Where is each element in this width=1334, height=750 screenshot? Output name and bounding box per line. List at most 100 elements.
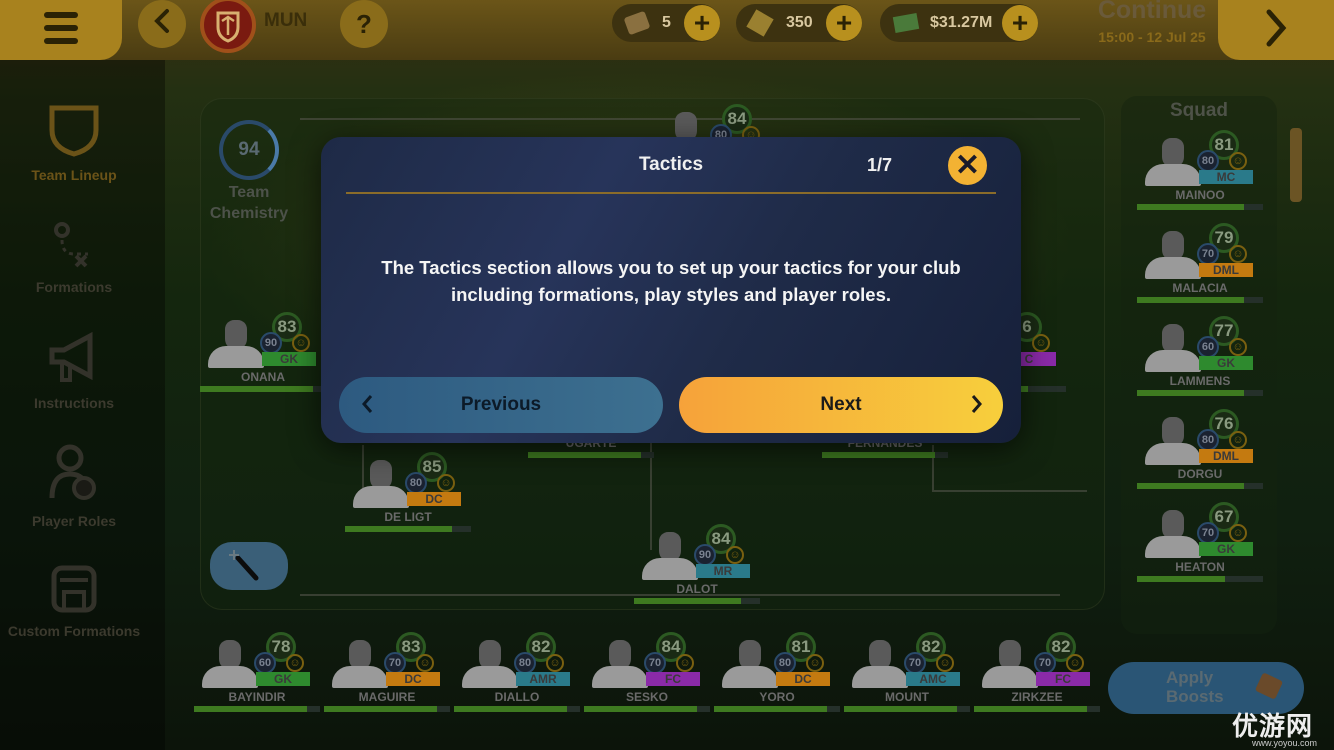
player-name: MAINOO: [1175, 188, 1225, 202]
squad-title: Squad: [1169, 100, 1229, 121]
fitness-bar: [200, 386, 326, 392]
position-badge: MC: [1199, 170, 1253, 184]
player-card[interactable]: 82 80 ☺ AMR DIALLO: [454, 632, 584, 724]
squad-scrollbar[interactable]: [1290, 128, 1302, 202]
morale-icon: ☺: [1066, 654, 1084, 672]
club-crest-icon[interactable]: [200, 0, 256, 53]
player-card[interactable]: 79 70 ☺ DML MALACIA: [1137, 223, 1267, 315]
player-name: BAYINDIR: [228, 690, 286, 704]
player-avatar: [722, 640, 778, 688]
close-button[interactable]: ✕: [948, 146, 987, 185]
potential-rating: 60: [1197, 336, 1219, 358]
sidebar-item-instructions[interactable]: Instructions: [0, 330, 148, 411]
morale-icon: ☺: [1229, 245, 1247, 263]
add-tokens-button[interactable]: +: [684, 5, 720, 41]
fitness-bar: [634, 598, 760, 604]
player-card[interactable]: 84 90 ☺ MR DALOT: [634, 524, 764, 616]
auto-pick-button[interactable]: [210, 542, 288, 590]
sidebar-item-formations[interactable]: Formations: [0, 218, 148, 295]
player-name: ZIRKZEE: [1011, 690, 1063, 704]
sidebar-item-label: Player Roles: [31, 513, 117, 529]
player-name: DORGU: [1177, 467, 1223, 481]
player-card[interactable]: 78 60 ☺ GK BAYINDIR: [194, 632, 324, 724]
player-name: DIALLO: [494, 690, 540, 704]
fitness-bar: [974, 706, 1100, 712]
player-card[interactable]: 82 70 ☺ FC ZIRKZEE: [974, 632, 1104, 724]
player-avatar: [642, 532, 698, 580]
team-chemistry-label-line2: Chemistry: [209, 205, 289, 222]
potential-rating: 80: [1197, 150, 1219, 172]
previous-button[interactable]: Previous: [339, 377, 663, 433]
player-card[interactable]: 81 80 ☺ MC MAINOO: [1137, 130, 1267, 222]
add-cards-button[interactable]: +: [826, 5, 862, 41]
sidebar-item-custom-formations[interactable]: Custom Formations: [0, 564, 148, 639]
player-roles-icon: [49, 444, 96, 500]
player-card[interactable]: 77 60 ☺ GK LAMMENS: [1137, 316, 1267, 408]
team-chemistry-label-line1: Team: [228, 184, 270, 201]
fitness-bar: [1137, 297, 1263, 303]
player-name: HEATON: [1175, 560, 1225, 574]
potential-rating: 80: [405, 472, 427, 494]
player-card[interactable]: 83 90 ☺ GK ONANA: [200, 312, 330, 404]
morale-icon: ☺: [286, 654, 304, 672]
continue-area[interactable]: Continue 15:00 - 12 Jul 25: [1082, 0, 1222, 45]
player-card[interactable]: 67 70 ☺ GK HEATON: [1137, 502, 1267, 594]
sidebar-item-player-roles[interactable]: Player Roles: [0, 444, 148, 529]
fitness-bar: [345, 526, 471, 532]
continue-date: 15:00 - 12 Jul 25: [1098, 29, 1206, 45]
apply-boosts-label-line1: Apply: [1166, 668, 1214, 687]
position-badge: AMC: [906, 672, 960, 686]
player-avatar: [202, 640, 258, 688]
fitness-bar: [844, 706, 970, 712]
player-card[interactable]: 81 80 ☺ DC YORO: [714, 632, 844, 724]
potential-rating: 70: [904, 652, 926, 674]
sidebar-item-label: Team Lineup: [31, 167, 117, 183]
player-card[interactable]: 82 70 ☺ AMC MOUNT: [844, 632, 974, 724]
next-button[interactable]: Next: [679, 377, 1003, 433]
player-avatar: [462, 640, 518, 688]
fitness-bar: [714, 706, 840, 712]
hamburger-icon: [44, 10, 78, 51]
dialog-page-indicator: 1/7: [867, 155, 893, 175]
fitness-bar: [1137, 390, 1263, 396]
fitness-bar: [1137, 204, 1263, 210]
position-badge: DC: [386, 672, 440, 686]
cards-icon: [746, 9, 774, 37]
tokens-value: 5: [662, 14, 671, 31]
formations-icon: [54, 222, 88, 268]
player-avatar: [1145, 138, 1201, 186]
player-card[interactable]: 83 70 ☺ DC MAGUIRE: [324, 632, 454, 724]
help-button[interactable]: ?: [340, 0, 388, 48]
player-name: YORO: [759, 690, 795, 704]
watermark-url: www.yoyou.com: [1252, 738, 1318, 748]
sidebar-item-label: Formations: [35, 279, 113, 295]
team-chemistry-value: 94: [238, 139, 260, 160]
player-avatar: [1145, 231, 1201, 279]
sidebar-item-team-lineup[interactable]: Team Lineup: [0, 102, 148, 183]
position-badge: FC: [646, 672, 700, 686]
game-screen: MUN ? 5 + 350 + $31.27M + Continue 15:00…: [0, 0, 1334, 750]
position-badge: FC: [1036, 672, 1090, 686]
player-name: LAMMENS: [1169, 374, 1231, 388]
money-value: $31.27M: [930, 14, 993, 31]
continue-button[interactable]: [1218, 0, 1334, 60]
back-button[interactable]: [138, 0, 186, 48]
position-badge: MR: [696, 564, 750, 578]
dialog-divider: [346, 192, 996, 194]
megaphone-icon: [49, 331, 93, 382]
potential-rating: 70: [384, 652, 406, 674]
player-card[interactable]: 85 80 ☺ DC DE LIGT: [345, 452, 475, 544]
player-avatar: [1145, 417, 1201, 465]
position-badge: AMR: [516, 672, 570, 686]
fitness-bar: [822, 452, 948, 458]
position-badge: GK: [262, 352, 316, 366]
fitness-bar: [528, 452, 654, 458]
menu-button[interactable]: [0, 0, 122, 60]
magic-wand-icon: [229, 550, 259, 581]
potential-rating: 80: [1197, 429, 1219, 451]
add-money-button[interactable]: +: [1002, 5, 1038, 41]
potential-rating: 80: [514, 652, 536, 674]
morale-icon: ☺: [936, 654, 954, 672]
player-card[interactable]: 84 70 ☺ FC SESKO: [584, 632, 714, 724]
player-card[interactable]: 76 80 ☺ DML DORGU: [1137, 409, 1267, 501]
